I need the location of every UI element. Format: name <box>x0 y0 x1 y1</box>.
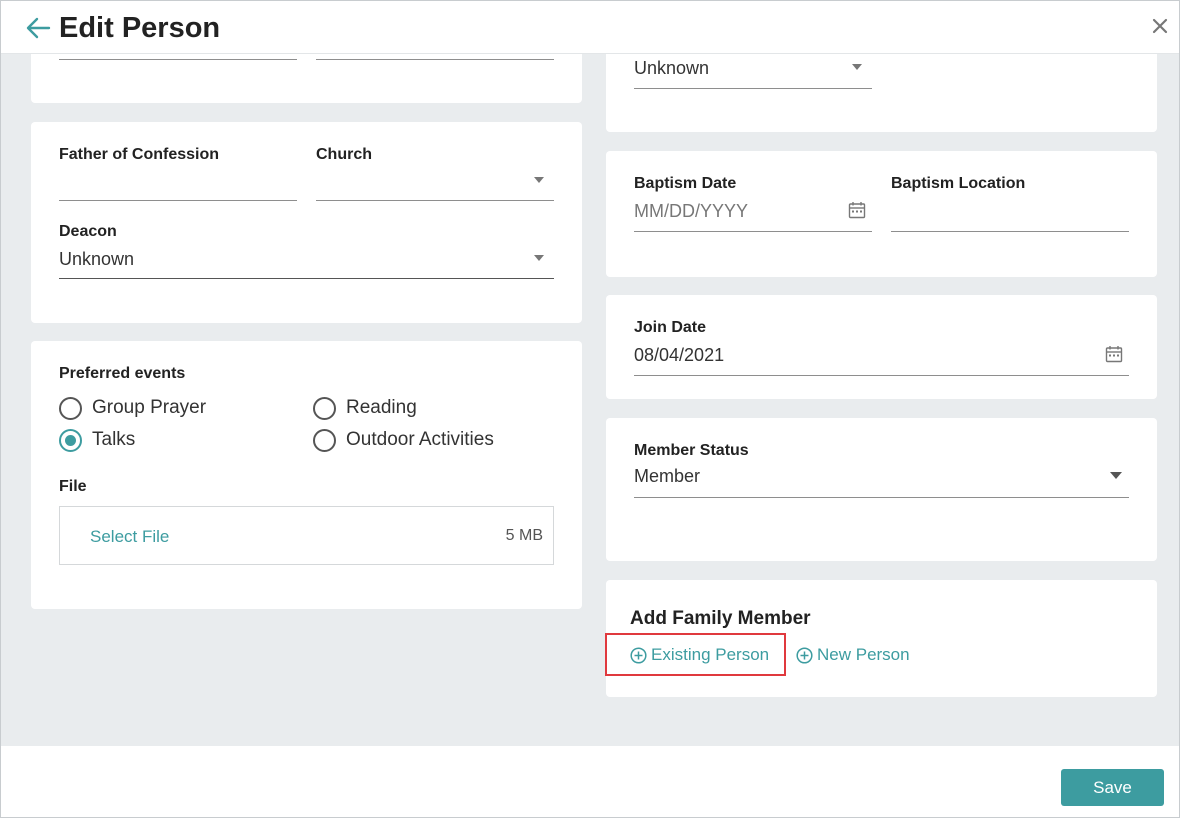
calendar-icon[interactable] <box>1105 345 1123 363</box>
deacon-label: Deacon <box>59 223 117 240</box>
dialog-footer: Save <box>1 746 1179 817</box>
deacon-select[interactable] <box>59 278 554 279</box>
card-baptism: Baptism Date MM/DD/YYYY Baptism Location <box>606 151 1157 277</box>
plus-circle-icon <box>796 646 813 664</box>
radio-outdoor-activities[interactable] <box>313 429 336 452</box>
card-personal-partial <box>31 54 582 103</box>
radio-group-prayer[interactable] <box>59 397 82 420</box>
calendar-icon[interactable] <box>848 201 866 219</box>
select-file-button[interactable]: Select File <box>90 527 169 547</box>
baptism-date-input[interactable]: MM/DD/YYYY <box>634 201 748 222</box>
member-status-select[interactable] <box>634 497 1129 498</box>
add-family-member-title: Add Family Member <box>630 608 811 629</box>
radio-label-outdoor-activities[interactable]: Outdoor Activities <box>346 429 494 451</box>
partial-select[interactable] <box>634 88 872 89</box>
radio-label-group-prayer[interactable]: Group Prayer <box>92 397 206 419</box>
new-person-label: New Person <box>817 645 910 664</box>
join-date-label: Join Date <box>634 319 707 336</box>
church-select[interactable] <box>316 200 554 201</box>
card-member-status: Member Status Member <box>606 418 1157 561</box>
partial-select-value[interactable]: Unknown <box>634 58 709 79</box>
member-status-label: Member Status <box>634 442 749 459</box>
baptism-date-label: Baptism Date <box>634 175 737 192</box>
close-icon[interactable] <box>1151 17 1169 35</box>
card-preferences: Preferred events Group Prayer Reading Ta… <box>31 341 582 609</box>
radio-label-reading[interactable]: Reading <box>346 397 417 419</box>
partial-dropdown-caret-icon[interactable] <box>852 64 862 70</box>
file-label: File <box>59 478 87 495</box>
form-content: Father of Confession Church Deacon Unkno… <box>1 54 1179 746</box>
file-upload-box[interactable]: Select File 5 MB <box>59 506 554 565</box>
deacon-value[interactable]: Unknown <box>59 249 134 270</box>
member-status-caret-icon[interactable] <box>1110 472 1122 479</box>
church-label: Church <box>316 146 372 163</box>
radio-label-talks[interactable]: Talks <box>92 429 135 451</box>
back-arrow-icon[interactable] <box>25 15 51 41</box>
baptism-location-label: Baptism Location <box>891 175 1026 192</box>
existing-person-label: Existing Person <box>651 645 770 664</box>
father-of-confession-label: Father of Confession <box>59 146 220 163</box>
card-church-info: Father of Confession Church Deacon Unkno… <box>31 122 582 323</box>
plus-circle-icon <box>630 646 647 664</box>
new-person-button[interactable]: New Person <box>796 645 910 665</box>
field-underline[interactable] <box>316 59 554 60</box>
join-date-underline[interactable] <box>634 375 1129 376</box>
deacon-dropdown-caret-icon[interactable] <box>534 255 544 261</box>
existing-person-button[interactable]: Existing Person <box>630 645 769 665</box>
edit-person-dialog: Edit Person Father of Confession Church … <box>0 0 1180 818</box>
save-button[interactable]: Save <box>1061 769 1164 806</box>
baptism-location-input[interactable] <box>891 231 1129 232</box>
dialog-header: Edit Person <box>1 1 1179 54</box>
card-join-date: Join Date 08/04/2021 <box>606 295 1157 399</box>
preferred-events-label: Preferred events <box>59 365 186 382</box>
baptism-date-underline[interactable] <box>634 231 872 232</box>
card-status-partial: Unknown <box>606 54 1157 132</box>
member-status-value[interactable]: Member <box>634 466 700 487</box>
file-size-limit: 5 MB <box>505 527 543 544</box>
radio-reading[interactable] <box>313 397 336 420</box>
field-underline[interactable] <box>59 59 297 60</box>
card-add-family-member: Add Family Member Existing Person New Pe… <box>605 580 1157 697</box>
church-dropdown-caret-icon[interactable] <box>534 177 544 183</box>
page-title: Edit Person <box>59 12 221 44</box>
join-date-input[interactable]: 08/04/2021 <box>634 345 724 366</box>
father-of-confession-input[interactable] <box>59 200 297 201</box>
radio-talks[interactable] <box>59 429 82 452</box>
